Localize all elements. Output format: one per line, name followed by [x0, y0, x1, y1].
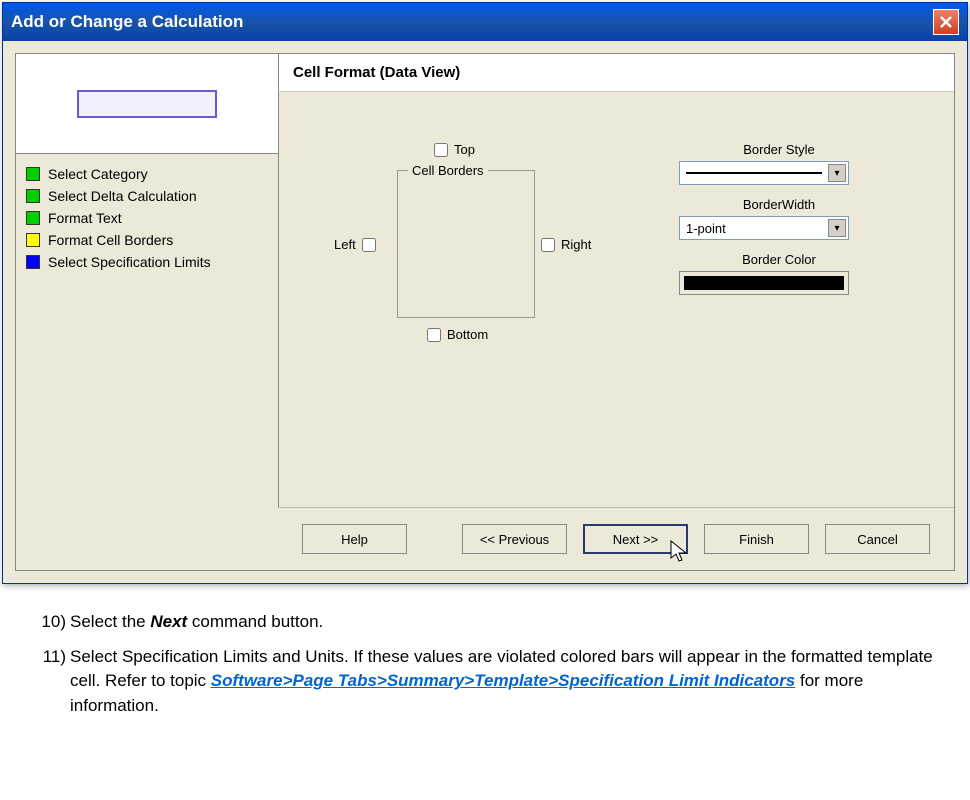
button-bar: Help << Previous Next >> Finish Cancel — [278, 507, 954, 570]
chevron-down-icon: ▾ — [828, 219, 846, 237]
square-icon — [26, 233, 40, 247]
cell-borders-fieldset: Cell Borders — [397, 170, 535, 318]
wizard-content: Cell Format (Data View) Top Left Cell Bo… — [278, 54, 954, 570]
border-left-checkbox[interactable]: Left — [334, 237, 376, 252]
wizard-panel: Select Category Select Delta Calculation… — [15, 53, 955, 571]
wizard-sidebar: Select Category Select Delta Calculation… — [16, 54, 278, 570]
border-properties: Border Style ▾ BorderWidth 1-point ▾ — [679, 142, 879, 295]
help-topic-link[interactable]: Software>Page Tabs>Summary>Template>Spec… — [211, 671, 795, 690]
square-icon — [26, 189, 40, 203]
step-select-delta[interactable]: Select Delta Calculation — [26, 188, 268, 204]
cell-borders-group: Top Left Cell Borders Right Bottom — [309, 142, 609, 362]
border-right-checkbox[interactable]: Right — [541, 237, 591, 252]
step-label: Format Cell Borders — [48, 232, 173, 248]
previous-button[interactable]: << Previous — [462, 524, 567, 554]
step-label: Format Text — [48, 210, 122, 226]
cell-preview-swatch — [77, 90, 217, 118]
line-style-icon — [686, 172, 822, 174]
border-top-checkbox[interactable]: Top — [434, 142, 475, 157]
close-icon[interactable] — [933, 9, 959, 35]
square-icon — [26, 211, 40, 225]
cursor-icon — [670, 540, 692, 566]
color-swatch-icon — [684, 276, 844, 290]
border-bottom-checkbox[interactable]: Bottom — [427, 327, 488, 342]
step-label: Select Delta Calculation — [48, 188, 197, 204]
step-format-borders[interactable]: Format Cell Borders — [26, 232, 268, 248]
title-bar: Add or Change a Calculation — [3, 3, 967, 41]
finish-button[interactable]: Finish — [704, 524, 809, 554]
next-button[interactable]: Next >> — [583, 524, 688, 554]
border-width-value: 1-point — [686, 221, 726, 236]
chevron-down-icon: ▾ — [828, 164, 846, 182]
step-label: Select Category — [48, 166, 148, 182]
border-color-select[interactable] — [679, 271, 849, 295]
border-width-select[interactable]: 1-point ▾ — [679, 216, 849, 240]
page-title: Cell Format (Data View) — [278, 54, 954, 92]
step-label: Select Specification Limits — [48, 254, 211, 270]
border-color-label: Border Color — [679, 252, 879, 267]
step-format-text[interactable]: Format Text — [26, 210, 268, 226]
dialog-window: Add or Change a Calculation Select Categ… — [2, 2, 968, 584]
step-list: Select Category Select Delta Calculation… — [16, 154, 278, 570]
instruction-item-10: 10) Select the Next command button. — [36, 610, 942, 635]
instructions-text: 10) Select the Next command button. 11) … — [0, 586, 970, 749]
step-select-category[interactable]: Select Category — [26, 166, 268, 182]
window-title: Add or Change a Calculation — [11, 12, 243, 32]
cell-preview — [16, 54, 278, 154]
help-button[interactable]: Help — [302, 524, 407, 554]
instruction-item-11: 11) Select Specification Limits and Unit… — [36, 645, 942, 719]
cancel-button[interactable]: Cancel — [825, 524, 930, 554]
square-icon — [26, 255, 40, 269]
content-area: Top Left Cell Borders Right Bottom — [278, 92, 954, 507]
border-width-label: BorderWidth — [679, 197, 879, 212]
square-icon — [26, 167, 40, 181]
border-style-select[interactable]: ▾ — [679, 161, 849, 185]
border-style-label: Border Style — [679, 142, 879, 157]
step-spec-limits[interactable]: Select Specification Limits — [26, 254, 268, 270]
fieldset-legend: Cell Borders — [408, 163, 488, 178]
dialog-body: Select Category Select Delta Calculation… — [3, 41, 967, 583]
